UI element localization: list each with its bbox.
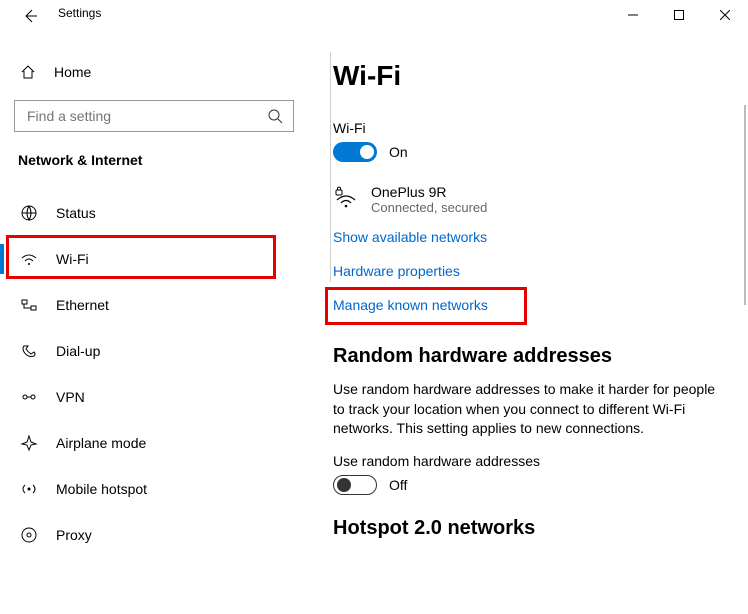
wifi-icon: [18, 250, 40, 268]
nav-item-hotspot[interactable]: Mobile hotspot: [0, 466, 308, 512]
network-text: OnePlus 9R Connected, secured: [371, 184, 487, 215]
minimize-icon: [628, 10, 638, 20]
search-wrap: [0, 92, 308, 142]
body: Home Network & Internet Status: [0, 32, 748, 614]
ethernet-icon: [18, 296, 40, 314]
link-manage-known[interactable]: Manage known networks: [333, 297, 488, 313]
random-toggle[interactable]: [333, 475, 377, 495]
close-icon: [720, 10, 730, 20]
content-pane: Wi-Fi Wi-Fi On OnePlus 9R: [308, 32, 748, 614]
pane-divider: [330, 52, 331, 282]
search-input[interactable]: [25, 107, 283, 125]
wifi-toggle-state: On: [389, 144, 408, 160]
nav-item-proxy[interactable]: Proxy: [0, 512, 308, 558]
link-hardware-properties[interactable]: Hardware properties: [333, 263, 718, 279]
page-title: Wi-Fi: [333, 60, 718, 92]
scrollbar[interactable]: [744, 105, 746, 305]
nav-item-status[interactable]: Status: [0, 190, 308, 236]
wifi-toggle-row: On: [333, 142, 718, 162]
airplane-icon: [18, 434, 40, 452]
hotspot-icon: [18, 480, 40, 498]
current-network[interactable]: OnePlus 9R Connected, secured: [333, 184, 718, 215]
home-label: Home: [54, 64, 91, 80]
window-title: Settings: [58, 6, 101, 20]
nav-label: Ethernet: [56, 297, 109, 313]
wifi-secured-icon: [333, 184, 361, 213]
window-controls: [610, 0, 748, 30]
search-icon: [267, 108, 283, 127]
wifi-toggle[interactable]: [333, 142, 377, 162]
wifi-toggle-label: Wi-Fi: [333, 120, 718, 136]
nav-item-dialup[interactable]: Dial-up: [0, 328, 308, 374]
nav-item-wifi[interactable]: Wi-Fi: [0, 236, 308, 282]
nav-item-vpn[interactable]: VPN: [0, 374, 308, 420]
nav-label: VPN: [56, 389, 85, 405]
nav-list: Status Wi-Fi Ethernet: [0, 190, 308, 558]
nav-label: Wi-Fi: [56, 251, 89, 267]
random-description: Use random hardware addresses to make it…: [333, 380, 718, 439]
home-icon: [18, 64, 38, 80]
nav-label: Mobile hotspot: [56, 481, 147, 497]
dialup-icon: [18, 342, 40, 360]
home-nav[interactable]: Home: [0, 52, 308, 92]
nav-item-airplane[interactable]: Airplane mode: [0, 420, 308, 466]
minimize-button[interactable]: [610, 0, 656, 30]
search-box[interactable]: [14, 100, 294, 132]
nav-label: Dial-up: [56, 343, 100, 359]
link-show-available[interactable]: Show available networks: [333, 229, 718, 245]
network-name: OnePlus 9R: [371, 184, 487, 200]
hotspot-heading: Hotspot 2.0 networks: [333, 517, 718, 540]
random-toggle-label: Use random hardware addresses: [333, 453, 718, 469]
back-button[interactable]: [20, 6, 40, 26]
close-button[interactable]: [702, 0, 748, 30]
titlebar: Settings: [0, 0, 748, 32]
arrow-left-icon: [22, 8, 38, 24]
manage-known-wrap: Manage known networks: [333, 297, 488, 313]
nav-item-ethernet[interactable]: Ethernet: [0, 282, 308, 328]
maximize-icon: [674, 10, 684, 20]
section-heading: Network & Internet: [0, 142, 308, 174]
random-toggle-state: Off: [389, 477, 407, 493]
network-status: Connected, secured: [371, 200, 487, 215]
settings-window: Settings Home Netwo: [0, 0, 748, 614]
nav-label: Airplane mode: [56, 435, 146, 451]
vpn-icon: [18, 388, 40, 406]
status-icon: [18, 204, 40, 222]
annotation-highlight: [6, 235, 276, 279]
proxy-icon: [18, 526, 40, 544]
random-heading: Random hardware addresses: [333, 345, 718, 368]
maximize-button[interactable]: [656, 0, 702, 30]
sidebar: Home Network & Internet Status: [0, 32, 308, 614]
nav-label: Proxy: [56, 527, 92, 543]
random-toggle-row: Off: [333, 475, 718, 495]
nav-label: Status: [56, 205, 96, 221]
